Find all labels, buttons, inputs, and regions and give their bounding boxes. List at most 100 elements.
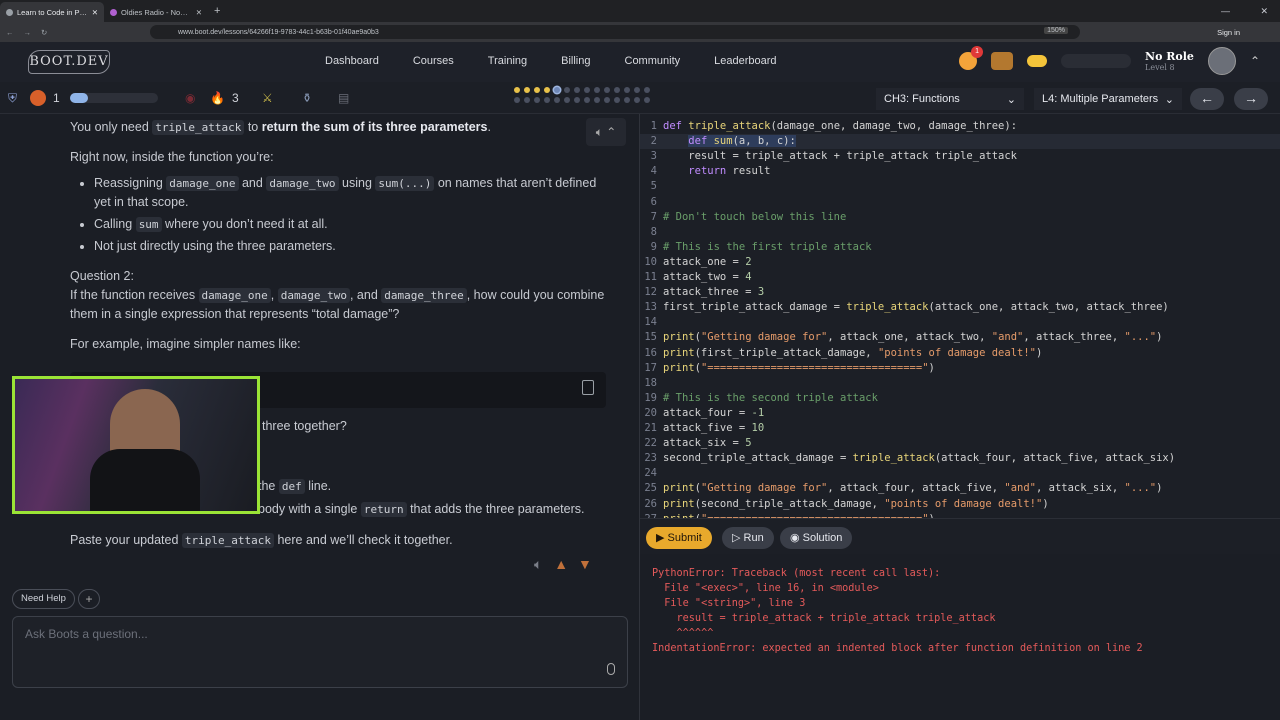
code-token: 2 xyxy=(745,255,752,268)
lesson-select[interactable]: L4: Multiple Parameters ⌄ xyxy=(1034,88,1182,110)
bullet-list: Reassigning damage_one and damage_two us… xyxy=(94,174,610,256)
treasure-chest-icon[interactable] xyxy=(991,52,1014,70)
thumbs-down-icon[interactable]: ▼ xyxy=(578,556,592,572)
code-editor[interactable]: 1 def triple_attack(damage_one, damage_tw… xyxy=(640,114,1280,518)
nav-training[interactable]: Training xyxy=(488,55,527,67)
read-aloud-button[interactable]: 🔈︎ ⌃ xyxy=(586,118,626,146)
progress-dot[interactable] xyxy=(574,87,580,93)
progress-dot[interactable] xyxy=(594,97,600,103)
progress-dot[interactable] xyxy=(534,87,540,93)
url-field[interactable]: www.boot.dev/lessons/64266f19-9783-44c1-… xyxy=(150,25,1080,39)
user-info[interactable]: No Role Level 8 xyxy=(1145,50,1194,72)
next-lesson-button[interactable]: → xyxy=(1234,88,1268,110)
notifications-icon[interactable]: 1 xyxy=(959,46,984,70)
nav-community[interactable]: Community xyxy=(625,55,681,67)
browser-tab-bootdev[interactable]: Learn to Code in Python: N ✕ xyxy=(0,2,104,22)
progress-dot[interactable] xyxy=(524,87,530,93)
progress-dot[interactable] xyxy=(634,87,640,93)
speaker-icon[interactable]: 🔈︎ xyxy=(534,556,542,572)
shield-icon[interactable]: ⛨ xyxy=(8,91,17,106)
xp-progress-fill xyxy=(70,93,88,103)
progress-dot[interactable] xyxy=(544,97,550,103)
thumbs-up-icon[interactable]: ▲ xyxy=(554,556,568,572)
progress-dot[interactable] xyxy=(554,97,560,103)
progress-dot[interactable] xyxy=(584,87,590,93)
progress-dot[interactable] xyxy=(584,97,590,103)
nav-billing[interactable]: Billing xyxy=(561,55,590,67)
prev-lesson-button[interactable]: ← xyxy=(1190,88,1224,110)
zoom-badge[interactable]: 150% xyxy=(1044,27,1068,34)
line-number: 23 xyxy=(644,452,657,465)
ask-input[interactable]: Ask Boots a question... xyxy=(12,616,628,688)
close-window-icon[interactable]: ✕ xyxy=(1260,6,1268,17)
progress-dot[interactable] xyxy=(574,97,580,103)
code-token: def xyxy=(663,120,689,132)
code-line: 16 print(first_triple_attack_damage, "poi… xyxy=(640,346,1280,361)
need-help-button[interactable]: Need Help xyxy=(12,589,75,609)
back-icon[interactable]: ← xyxy=(6,28,14,37)
code-token: "and" xyxy=(991,331,1024,344)
inline-code: damage_two xyxy=(266,176,339,191)
progress-dot[interactable] xyxy=(634,97,640,103)
potion-red-icon[interactable]: ◉ xyxy=(185,91,195,105)
progress-dot[interactable] xyxy=(604,87,610,93)
progress-dot[interactable] xyxy=(544,87,550,93)
theme-toggle[interactable] xyxy=(1061,54,1132,68)
progress-dot[interactable] xyxy=(614,87,620,93)
reload-icon[interactable]: ↻ xyxy=(41,28,47,37)
bootdev-logo[interactable]: BOOT.DEV xyxy=(28,50,110,74)
add-button[interactable]: + xyxy=(78,589,100,609)
avatar[interactable] xyxy=(1207,47,1236,75)
progress-dot[interactable] xyxy=(554,87,560,93)
close-tab-icon[interactable]: ✕ xyxy=(92,8,98,17)
signin-button[interactable]: Sign in xyxy=(1217,28,1240,37)
forward-icon[interactable]: → xyxy=(24,28,32,37)
progress-dot[interactable] xyxy=(564,97,570,103)
potion-blue-icon[interactable]: ⚱ xyxy=(302,91,312,105)
progress-dot[interactable] xyxy=(514,97,520,103)
run-button[interactable]: ▷ Run xyxy=(722,527,774,549)
code-token: attack_one = xyxy=(663,255,746,268)
new-tab-icon[interactable]: + xyxy=(214,5,220,17)
code-token: (attack_four, attack_five, attack_six) xyxy=(934,452,1176,465)
gem-icon[interactable] xyxy=(1027,55,1048,67)
progress-dot[interactable] xyxy=(604,97,610,103)
eye-icon: ◉ xyxy=(790,532,803,544)
progress-dot[interactable] xyxy=(594,87,600,93)
minimize-icon[interactable]: — xyxy=(1221,6,1230,16)
sword-icon[interactable]: ⚔ xyxy=(262,91,273,105)
scroll-icon[interactable]: ▤ xyxy=(338,91,349,105)
webcam-overlay xyxy=(12,376,260,514)
submit-button[interactable]: ▶ Submit xyxy=(646,527,712,549)
code-token: print xyxy=(663,482,695,495)
progress-dot[interactable] xyxy=(564,87,570,93)
progress-dot[interactable] xyxy=(524,97,530,103)
copy-icon[interactable] xyxy=(582,380,594,395)
microphone-icon[interactable] xyxy=(607,663,615,675)
inline-code: return xyxy=(360,502,407,517)
progress-dot[interactable] xyxy=(614,97,620,103)
progress-dot[interactable] xyxy=(644,97,650,103)
progress-dot[interactable] xyxy=(644,87,650,93)
code-line: 9 # This is the first triple attack xyxy=(640,240,1280,255)
nav-dashboard[interactable]: Dashboard xyxy=(325,55,379,67)
question-title: Question 2: xyxy=(70,269,134,283)
progress-dot[interactable] xyxy=(624,87,630,93)
progress-dot[interactable] xyxy=(514,87,520,93)
code-token: (damage_one, damage_two, damage_three): xyxy=(770,120,1018,132)
nav-courses[interactable]: Courses xyxy=(413,55,454,67)
code-token: "..." xyxy=(1124,482,1157,495)
chevron-up-icon[interactable]: ⌃ xyxy=(1250,54,1260,68)
close-tab-icon[interactable]: ✕ xyxy=(196,8,202,17)
chapter-select[interactable]: CH3: Functions ⌄ xyxy=(876,88,1024,110)
progress-dot[interactable] xyxy=(624,97,630,103)
nav-leaderboard[interactable]: Leaderboard xyxy=(714,55,776,67)
text: that adds the three parameters. xyxy=(406,502,585,516)
fire-counter: 3 xyxy=(232,91,239,105)
bold-text: return the sum of its three parameters xyxy=(261,120,488,134)
code-token: -1 xyxy=(751,406,765,419)
partial-text: the def line. xyxy=(258,479,331,494)
progress-dot[interactable] xyxy=(534,97,540,103)
solution-button[interactable]: ◉ Solution xyxy=(780,527,853,549)
browser-tab-radio[interactable]: Oldies Radio - Now Play ✕ xyxy=(104,2,208,22)
